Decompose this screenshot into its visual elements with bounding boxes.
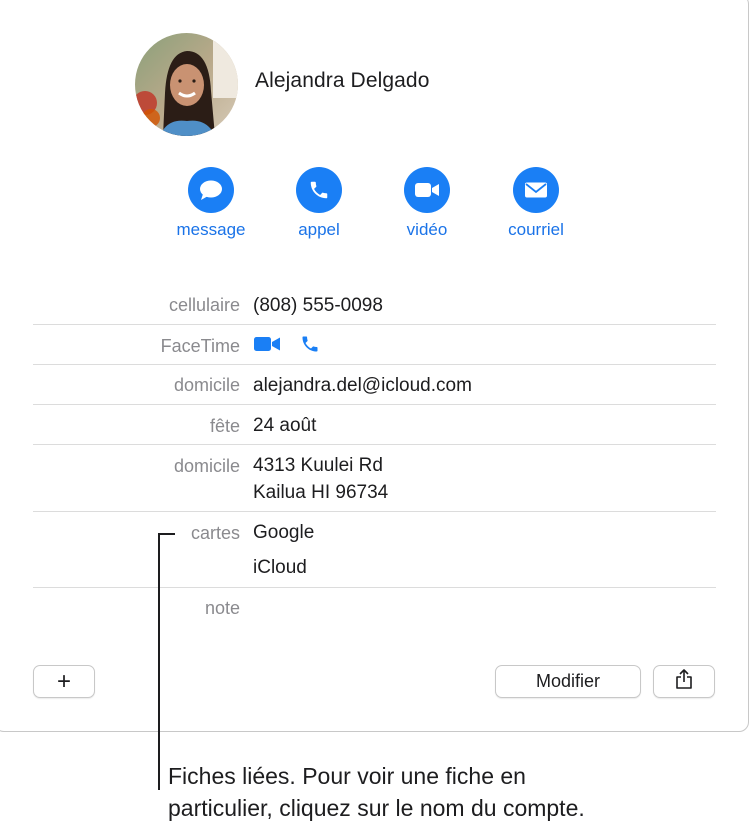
divider [33,404,716,405]
message-action[interactable]: message [161,167,261,240]
note-label: note [204,598,240,618]
callout-line-1: Fiches liées. Pour voir une fiche en [168,763,526,789]
email-label[interactable]: courriel [486,220,586,240]
mobile-label: cellulaire [168,295,240,315]
message-label[interactable]: message [161,220,261,240]
mobile-value[interactable]: (808) 555-0098 [253,294,383,318]
divider [33,587,716,588]
facetime-video-icon[interactable] [253,335,281,360]
birthday-label: fête [209,416,240,436]
linked-card-google[interactable]: Google [253,521,314,545]
cards-label: cartes [190,523,240,543]
edit-button[interactable]: Modifier [495,665,641,698]
birthday-value: 24 août [253,415,317,436]
facetime-label: FaceTime [160,336,240,356]
address-line-2[interactable]: Kailua HI 96734 [253,481,388,505]
email-field-label: domicile [173,375,240,395]
contact-card [0,0,749,732]
message-bubble-icon[interactable] [188,167,234,213]
envelope-icon[interactable] [513,167,559,213]
video-camera-icon[interactable] [404,167,450,213]
callout-tick [158,533,175,535]
divider [33,444,716,445]
email-action[interactable]: courriel [486,167,586,240]
divider [33,324,716,325]
contact-name: Alejandra Delgado [255,69,430,92]
facetime-audio-icon[interactable] [300,334,320,361]
phone-icon[interactable] [296,167,342,213]
call-label[interactable]: appel [269,220,369,240]
callout-line [158,533,160,790]
share-icon [675,668,693,695]
video-label[interactable]: vidéo [377,220,477,240]
avatar [135,33,238,136]
linked-card-icloud[interactable]: iCloud [253,556,307,580]
call-action[interactable]: appel [269,167,369,240]
callout-text: Fiches liées. Pour voir une fiche en par… [168,760,753,824]
address-line-1[interactable]: 4313 Kuulei Rd [253,454,383,478]
callout-line-2: particulier, cliquez sur le nom du compt… [168,795,585,821]
add-button[interactable]: + [33,665,95,698]
divider [33,511,716,512]
address-label: domicile [173,456,240,476]
facetime-buttons [253,334,320,361]
divider [33,364,716,365]
share-button[interactable] [653,665,715,698]
email-value[interactable]: alejandra.del@icloud.com [253,374,472,398]
video-action[interactable]: vidéo [377,167,477,240]
